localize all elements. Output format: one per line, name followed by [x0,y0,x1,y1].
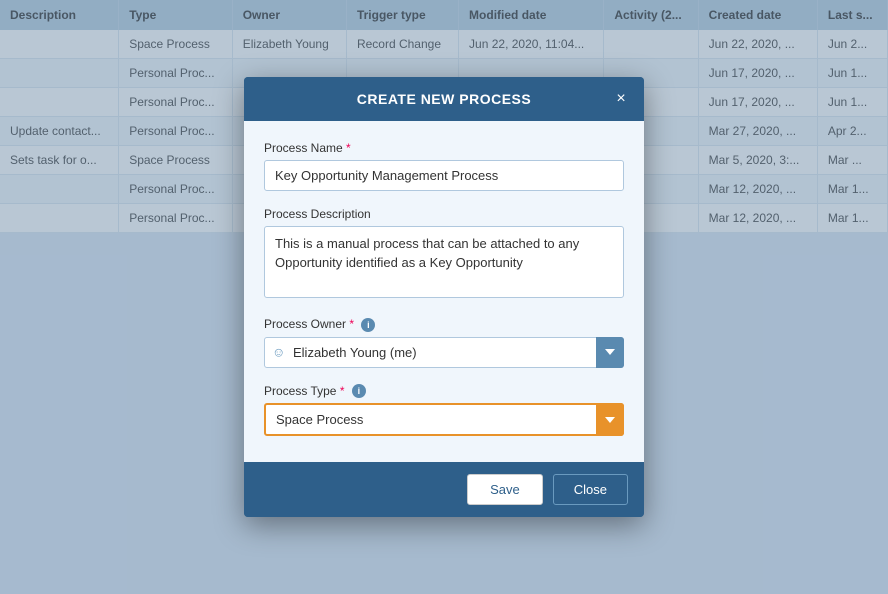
process-type-group: Process Type * i Space Process [264,384,624,437]
create-process-modal: CREATE NEW PROCESS × Process Name * Proc… [244,77,644,518]
modal-overlay: CREATE NEW PROCESS × Process Name * Proc… [0,0,888,594]
process-type-select-wrap: Space Process [264,403,624,436]
process-type-info-icon: i [352,384,366,398]
process-owner-info-icon: i [361,318,375,332]
process-owner-label: Process Owner * i [264,317,624,332]
process-description-label: Process Description [264,207,624,221]
modal-body: Process Name * Process Description This … [244,121,644,463]
modal-close-button[interactable]: × [610,88,632,110]
process-owner-group: Process Owner * i ☺ Elizabeth Young (me) [264,317,624,368]
process-owner-select-wrap: ☺ Elizabeth Young (me) [264,337,624,368]
process-description-group: Process Description This is a manual pro… [264,207,624,301]
process-name-group: Process Name * [264,141,624,191]
process-name-label: Process Name * [264,141,624,155]
modal-header: CREATE NEW PROCESS × [244,77,644,121]
modal-footer: Save Close [244,462,644,517]
process-description-input[interactable]: This is a manual process that can be att… [264,226,624,298]
close-button[interactable]: Close [553,474,628,505]
process-name-input[interactable] [264,160,624,191]
modal-title: CREATE NEW PROCESS [357,91,531,107]
process-type-label: Process Type * i [264,384,624,399]
process-owner-select[interactable]: Elizabeth Young (me) [264,337,624,368]
save-button[interactable]: Save [467,474,543,505]
process-type-select[interactable]: Space Process [264,403,624,436]
